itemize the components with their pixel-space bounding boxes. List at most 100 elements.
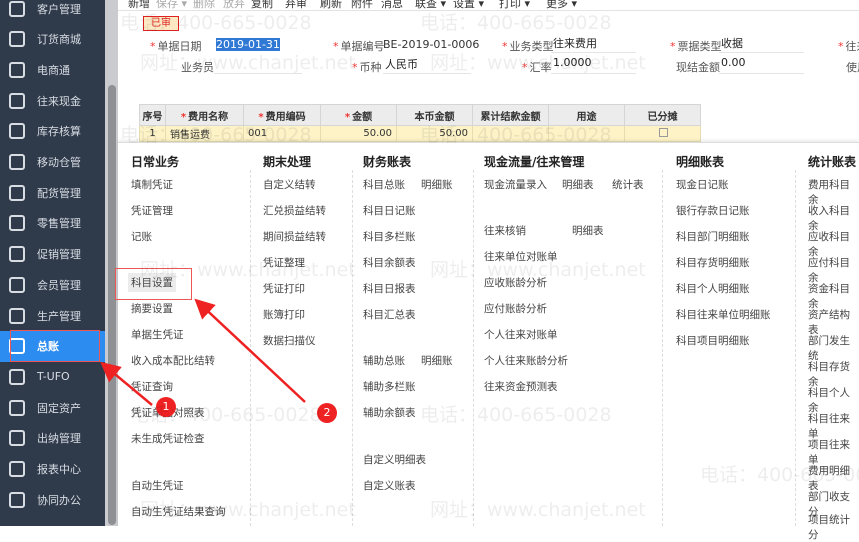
menu-item[interactable]: 数据扫描仪: [263, 333, 316, 348]
menu-item[interactable]: 科目项目明细账: [676, 333, 750, 348]
table-cell[interactable]: 1: [139, 125, 166, 142]
menu-item[interactable]: 自动生凭证结果查询: [131, 504, 226, 519]
toolbar-button[interactable]: 更多 ▾: [546, 0, 577, 10]
use-label: 使用: [846, 61, 859, 74]
sidebar-item[interactable]: 电商通: [0, 54, 105, 85]
column-header-label: 用途: [576, 111, 597, 123]
toolbar-button[interactable]: 新增: [128, 0, 150, 10]
menu-item[interactable]: 应付账龄分析: [484, 301, 547, 316]
menu-item[interactable]: 自定义明细表: [363, 452, 426, 467]
menu-item[interactable]: 科目往来单位明细账: [676, 307, 771, 322]
menu-item[interactable]: 明细表: [572, 223, 604, 238]
sidebar-item[interactable]: 订货商城: [0, 24, 105, 55]
menu-item[interactable]: 往来资金预测表: [484, 379, 558, 394]
sidebar-item[interactable]: T-UFO: [0, 361, 105, 392]
menu-item[interactable]: 应收账龄分析: [484, 275, 547, 290]
table-cell[interactable]: 001: [243, 125, 321, 142]
toolbar-button[interactable]: 放弃: [223, 0, 245, 10]
toolbar-button[interactable]: 消息: [381, 0, 403, 10]
menu-item[interactable]: 往来单位对账单: [484, 249, 558, 264]
menu-item[interactable]: 汇兑损益结转: [263, 203, 326, 218]
menu-item[interactable]: 期间损益结转: [263, 229, 326, 244]
menu-item[interactable]: 银行存款日记账: [676, 203, 750, 218]
menu-item[interactable]: 科目总账: [363, 177, 405, 192]
date-field[interactable]: 2019-01-31: [216, 38, 280, 51]
menu-item[interactable]: 凭证查询: [131, 379, 173, 394]
menu-item[interactable]: 明细账: [421, 177, 453, 192]
toolbar-button[interactable]: 删除: [193, 0, 215, 10]
toolbar-button[interactable]: 联查 ▾: [415, 0, 446, 10]
menu-item[interactable]: 统计表: [612, 177, 644, 192]
menu-item[interactable]: 凭证打印: [263, 281, 305, 296]
sidebar-item[interactable]: 出纳管理: [0, 423, 105, 454]
menu-item[interactable]: 凭证整理: [263, 255, 305, 270]
sidebar-item[interactable]: 移动仓管: [0, 147, 105, 178]
table-cell[interactable]: [548, 125, 625, 142]
menu-item[interactable]: 填制凭证: [131, 177, 173, 192]
menu-item[interactable]: 科目个人明细账: [676, 281, 750, 296]
menu-item[interactable]: 辅助余额表: [363, 405, 416, 420]
currency-field[interactable]: 人民币: [383, 56, 471, 74]
cash-field[interactable]: 0.00: [719, 56, 804, 74]
menu-item[interactable]: 科目部门明细账: [676, 229, 750, 244]
table-cell[interactable]: 50.00: [396, 125, 473, 142]
menu-item[interactable]: 凭证管理: [131, 203, 173, 218]
sidebar-item[interactable]: 客户管理: [0, 0, 105, 24]
sidebar-item[interactable]: 往来现金: [0, 85, 105, 116]
menu-item[interactable]: 辅助总账: [363, 353, 405, 368]
table-cell[interactable]: [472, 125, 549, 142]
toolbar-button[interactable]: 保存 ▾: [156, 0, 187, 10]
staff-field[interactable]: [214, 56, 302, 74]
date-label: * 单据日期: [150, 40, 202, 53]
toolbar-button[interactable]: 设置 ▾: [453, 0, 484, 10]
sidebar-item[interactable]: 报表中心: [0, 454, 105, 485]
menu-item[interactable]: 记账: [131, 229, 152, 244]
menu-item[interactable]: 科目汇总表: [363, 307, 416, 322]
menu-item[interactable]: 摘要设置: [131, 301, 173, 316]
table-cell[interactable]: 销售运费: [165, 125, 244, 142]
sidebar-item[interactable]: 会员管理: [0, 269, 105, 300]
scrollbar-thumb[interactable]: [108, 85, 116, 525]
biz-type-field[interactable]: 往来费用: [551, 35, 636, 53]
sidebar-item[interactable]: 库存核算: [0, 116, 105, 147]
allocated-checkbox[interactable]: [659, 127, 668, 137]
sidebar-item[interactable]: 配货管理: [0, 177, 105, 208]
menu-item[interactable]: 个人往来账龄分析: [484, 353, 568, 368]
menu-item[interactable]: 科目存货明细账: [676, 255, 750, 270]
menu-item[interactable]: 个人往来对账单: [484, 327, 558, 342]
menu-item[interactable]: 往来核销: [484, 223, 526, 238]
menu-item[interactable]: 自定义结转: [263, 177, 316, 192]
sidebar-item[interactable]: 促销管理: [0, 239, 105, 270]
bill-no-field[interactable]: BE-2019-01-0006: [383, 38, 479, 51]
menu-item[interactable]: 科目日记账: [363, 203, 416, 218]
menu-item[interactable]: 科目多栏账: [363, 229, 416, 244]
sidebar-item[interactable]: 固定资产: [0, 392, 105, 423]
sidebar-item[interactable]: 零售管理: [0, 208, 105, 239]
toolbar-button[interactable]: 复制: [251, 0, 273, 10]
menu-item[interactable]: 项目统计分: [808, 512, 859, 542]
menu-item[interactable]: 明细账: [421, 353, 453, 368]
menu-item[interactable]: 现金流量录入: [484, 177, 547, 192]
toolbar-button[interactable]: 弃审: [285, 0, 307, 10]
bill-type-field[interactable]: 收据: [719, 35, 804, 53]
menu-item[interactable]: 科目日报表: [363, 281, 416, 296]
rate-field[interactable]: 1.0000: [551, 56, 636, 74]
menu-item[interactable]: 明细表: [562, 177, 594, 192]
sidebar-item[interactable]: 生产管理: [0, 300, 105, 331]
toolbar-button[interactable]: 附件: [351, 0, 373, 10]
table-row[interactable]: 1 销售运费 001 50.00 50.00: [139, 125, 701, 142]
menu-item[interactable]: 账簿打印: [263, 307, 305, 322]
menu-item[interactable]: 自动生凭证: [131, 478, 184, 493]
menu-item[interactable]: 现金日记账: [676, 177, 729, 192]
toolbar-button[interactable]: 刷新: [320, 0, 342, 10]
table-cell[interactable]: [624, 125, 701, 142]
toolbar-button[interactable]: 打印 ▾: [499, 0, 530, 10]
menu-item[interactable]: 未生成凭证检查: [131, 431, 205, 446]
menu-item[interactable]: 单据生凭证: [131, 327, 184, 342]
table-cell[interactable]: 50.00: [320, 125, 397, 142]
menu-item[interactable]: 辅助多栏账: [363, 379, 416, 394]
sidebar-item[interactable]: 协同办公: [0, 484, 105, 515]
menu-item[interactable]: 自定义账表: [363, 478, 416, 493]
menu-item[interactable]: 科目余额表: [363, 255, 416, 270]
menu-item[interactable]: 收入成本配比结转: [131, 353, 215, 368]
